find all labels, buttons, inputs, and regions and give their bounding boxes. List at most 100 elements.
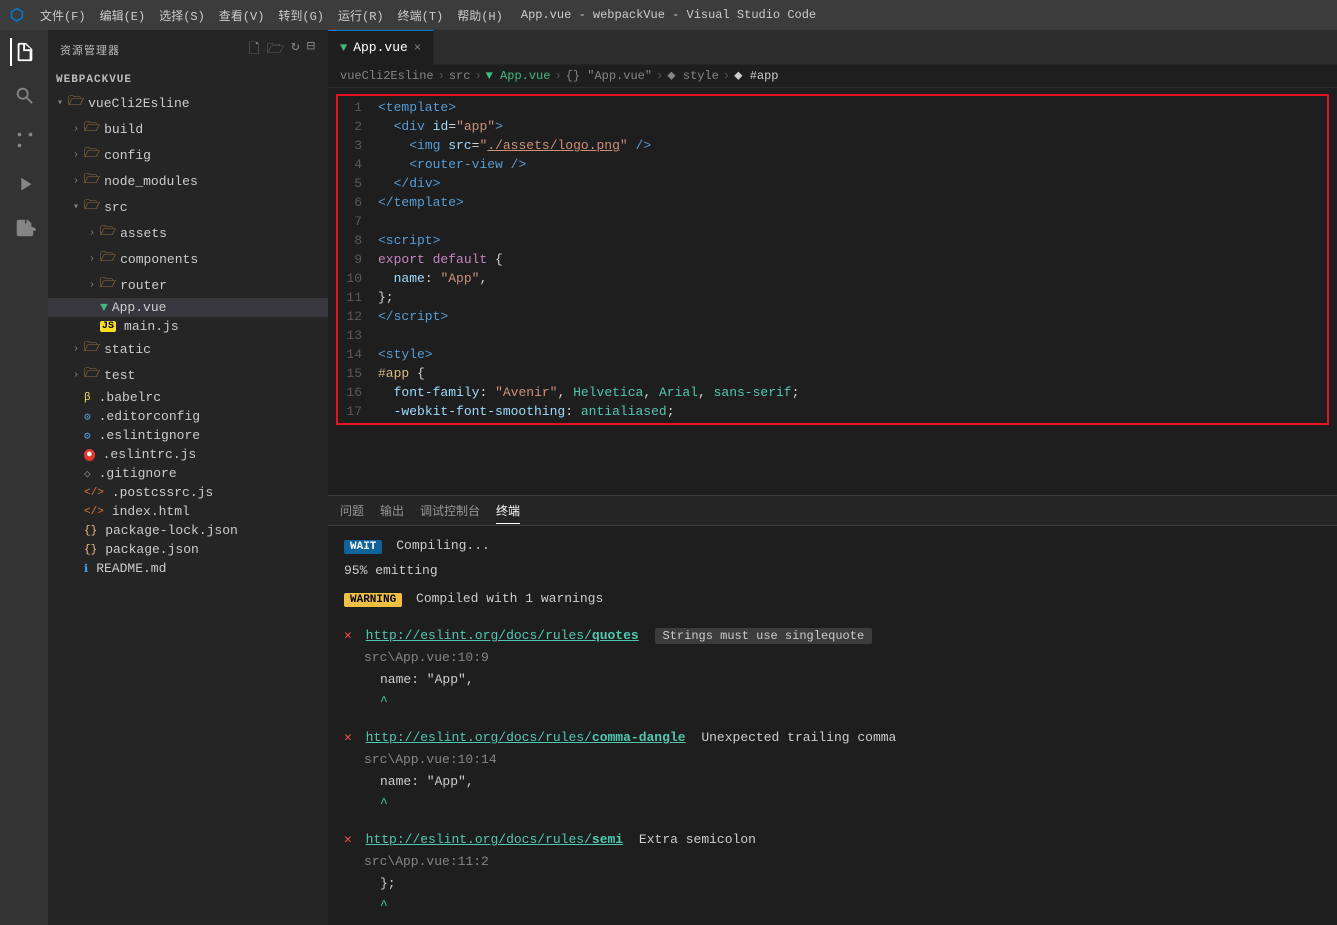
- tab-problems[interactable]: 问题: [340, 498, 364, 524]
- menu-run[interactable]: 运行(R): [338, 7, 384, 24]
- panel-area: 问题 输出 调试控制台 终端 WAIT Compiling... 95% emi…: [328, 495, 1337, 925]
- label: .postcssrc.js: [112, 485, 213, 500]
- sidebar-item-vuecli2esline[interactable]: ▾ 🗁 vueCli2Esline: [48, 90, 328, 116]
- sidebar-item-packagelock[interactable]: {} package-lock.json: [48, 521, 328, 540]
- error-3-caret: ^: [364, 896, 1321, 916]
- compiling-text: Compiling...: [396, 538, 490, 553]
- line-content-6: </template>: [378, 193, 1327, 212]
- line-content-9: export default {: [378, 250, 1327, 269]
- line-content-14: <style>: [378, 345, 1327, 364]
- menu-file[interactable]: 文件(F): [40, 7, 86, 24]
- error-2-snippet: name: "App",: [380, 774, 474, 789]
- sidebar-item-src[interactable]: ▾ 🗁 src: [48, 194, 328, 220]
- tab-vue-icon: ▼: [340, 41, 347, 55]
- files-activity-icon[interactable]: [10, 38, 38, 66]
- code-line-9: 9 export default {: [338, 250, 1327, 269]
- sidebar-item-eslintrc[interactable]: ● .eslintrc.js: [48, 445, 328, 464]
- sidebar-item-build[interactable]: › 🗁 build: [48, 116, 328, 142]
- line-content-11: };: [378, 288, 1327, 307]
- code-line-12: 12 </script>: [338, 307, 1327, 326]
- sidebar-item-config[interactable]: › 🗁 config: [48, 142, 328, 168]
- label: .babelrc: [99, 390, 161, 405]
- error-3-url[interactable]: http://eslint.org/docs/rules/semi: [366, 832, 623, 847]
- error-1-url[interactable]: http://eslint.org/docs/rules/quotes: [366, 628, 639, 643]
- search-activity-icon[interactable]: [10, 82, 38, 110]
- refresh-icon[interactable]: ↻: [291, 38, 300, 62]
- sidebar-item-indexhtml[interactable]: </> index.html: [48, 502, 328, 521]
- root-label: WEBPACKVUE: [48, 70, 328, 90]
- label: README.md: [96, 561, 166, 576]
- new-folder-icon[interactable]: 🗁: [267, 38, 285, 62]
- collapse-icon[interactable]: ⊟: [307, 38, 316, 62]
- label: components: [120, 252, 198, 267]
- sidebar-item-test[interactable]: › 🗁 test: [48, 362, 328, 388]
- error-block-1: ✕ http://eslint.org/docs/rules/quotes St…: [344, 626, 1321, 712]
- sidebar-item-components[interactable]: › 🗁 components: [48, 246, 328, 272]
- crumb-sep5: ›: [723, 69, 730, 83]
- menu-goto[interactable]: 转到(G): [278, 7, 324, 24]
- crumb-src[interactable]: src: [449, 69, 471, 83]
- label: build: [104, 122, 143, 137]
- titlebar-menu[interactable]: 文件(F) 编辑(E) 选择(S) 查看(V) 转到(G) 运行(R) 终端(T…: [40, 7, 503, 24]
- line-num-17: 17: [338, 402, 378, 421]
- titlebar-title: App.vue - webpackVue - Visual Studio Cod…: [521, 8, 816, 22]
- editor-area: ▼ App.vue × vueCli2Esline › src › ▼ App.…: [328, 30, 1337, 925]
- extensions-activity-icon[interactable]: [10, 214, 38, 242]
- code-editor[interactable]: 1 <template> 2 <div id="app"> 3 <img src…: [328, 88, 1337, 495]
- git-activity-icon[interactable]: [10, 126, 38, 154]
- label: config: [104, 148, 151, 163]
- sidebar-item-packagejson[interactable]: {} package.json: [48, 540, 328, 559]
- debug-activity-icon[interactable]: [10, 170, 38, 198]
- sidebar-item-static[interactable]: › 🗁 static: [48, 336, 328, 362]
- sidebar-item-editorconfig[interactable]: ⚙ .editorconfig: [48, 407, 328, 426]
- label: .gitignore: [99, 466, 177, 481]
- crumb-sep3: ›: [554, 69, 561, 83]
- panel-line-warning: WARNING Compiled with 1 warnings: [344, 589, 1321, 610]
- sidebar-item-gitignore[interactable]: ◇ .gitignore: [48, 464, 328, 483]
- crumb-appvue[interactable]: ▼ App.vue: [486, 69, 551, 83]
- menu-view[interactable]: 查看(V): [219, 7, 265, 24]
- tab-terminal[interactable]: 终端: [496, 498, 520, 524]
- error-2-url[interactable]: http://eslint.org/docs/rules/comma-dangl…: [366, 730, 686, 745]
- error-block-2: ✕ http://eslint.org/docs/rules/comma-dan…: [344, 728, 1321, 814]
- code-line-3: 3 <img src="./assets/logo.png" />: [338, 136, 1327, 155]
- sidebar-item-app-vue[interactable]: ▼ App.vue: [48, 298, 328, 317]
- titlebar: ⬡ 文件(F) 编辑(E) 选择(S) 查看(V) 转到(G) 运行(R) 终端…: [0, 0, 1337, 30]
- error-3-snippet: };: [380, 876, 396, 891]
- sidebar-item-babelrc[interactable]: β .babelrc: [48, 388, 328, 407]
- code-line-4: 4 <router-view />: [338, 155, 1327, 174]
- sidebar-item-postcss[interactable]: </> .postcssrc.js: [48, 483, 328, 502]
- sidebar-item-node-modules[interactable]: › 🗁 node_modules: [48, 168, 328, 194]
- label: index.html: [112, 504, 190, 519]
- tab-debug-console[interactable]: 调试控制台: [420, 498, 480, 524]
- crumb-style[interactable]: ⬥ style: [667, 69, 719, 83]
- crumb-root[interactable]: vueCli2Esline: [340, 69, 434, 83]
- crumb-obj[interactable]: {} "App.vue": [566, 69, 652, 83]
- error-3-line: ✕ http://eslint.org/docs/rules/semi Extr…: [344, 830, 1321, 850]
- tab-app-vue[interactable]: ▼ App.vue ×: [328, 30, 434, 65]
- menu-terminal[interactable]: 终端(T): [398, 7, 444, 24]
- menu-help[interactable]: 帮助(H): [457, 7, 503, 24]
- tab-output[interactable]: 输出: [380, 498, 404, 524]
- sidebar-item-assets[interactable]: › 🗁 assets: [48, 220, 328, 246]
- new-file-icon[interactable]: 🗋: [248, 38, 260, 62]
- tab-close-button[interactable]: ×: [414, 41, 421, 55]
- sidebar-item-main-js[interactable]: JS main.js: [48, 317, 328, 336]
- line-content-10: name: "App",: [378, 269, 1327, 288]
- sidebar-item-eslintignore[interactable]: ⚙ .eslintignore: [48, 426, 328, 445]
- label: vueCli2Esline: [88, 96, 189, 111]
- sidebar-item-readme[interactable]: ℹ README.md: [48, 559, 328, 578]
- line-content-1: <template>: [378, 98, 1327, 117]
- error-1-snippet: name: "App",: [380, 672, 474, 687]
- sidebar-item-router[interactable]: › 🗁 router: [48, 272, 328, 298]
- panel-line-percent: 95% emitting: [344, 561, 1321, 581]
- error-1-code: name: "App",: [364, 670, 1321, 690]
- crumb-sep1: ›: [438, 69, 445, 83]
- error-2-msg: Unexpected trailing comma: [701, 730, 896, 745]
- crumb-hash-app[interactable]: ⬥ #app: [734, 69, 778, 83]
- code-line-11: 11 };: [338, 288, 1327, 307]
- label: src: [104, 200, 127, 215]
- line-num-5: 5: [338, 174, 378, 193]
- menu-select[interactable]: 选择(S): [159, 7, 205, 24]
- menu-edit[interactable]: 编辑(E): [100, 7, 146, 24]
